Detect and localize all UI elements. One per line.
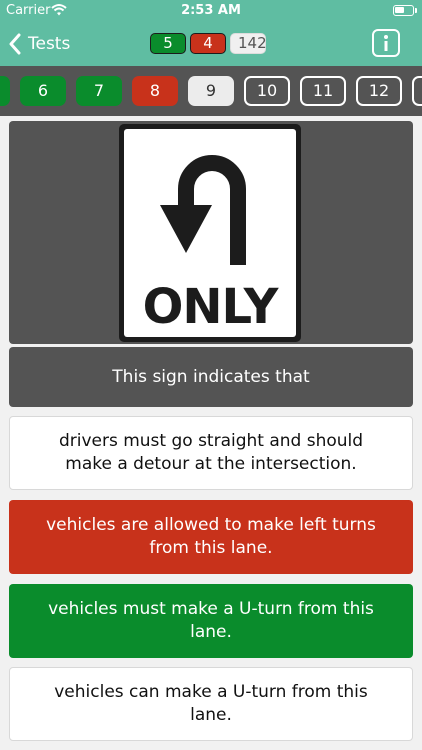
sign-text: ONLY: [142, 279, 279, 335]
question-button[interactable]: 12: [356, 76, 402, 106]
sign-card: ONLY: [9, 121, 413, 344]
answer-option[interactable]: vehicles are allowed to make left turns …: [9, 500, 413, 574]
info-icon: [384, 35, 388, 51]
question-navigator: 6 7 8 9 10 11 12: [0, 66, 422, 116]
question-text: This sign indicates that: [9, 347, 413, 407]
battery-tip: [415, 8, 417, 13]
question-button[interactable]: 6: [20, 76, 66, 106]
question-button[interactable]: 10: [244, 76, 290, 106]
chevron-left-icon: [9, 33, 21, 55]
road-sign-face: ONLY: [124, 129, 296, 337]
answer-option[interactable]: vehicles can make a U-turn from this lan…: [9, 667, 413, 741]
info-button[interactable]: [372, 29, 400, 57]
header: Carrier 2:53 AM Tests 5 4 142: [0, 0, 422, 66]
answer-option[interactable]: drivers must go straight and should make…: [9, 416, 413, 490]
question-button[interactable]: 11: [300, 76, 346, 106]
total-count-badge: 142: [230, 33, 267, 54]
u-turn-arrow-icon: [160, 155, 246, 265]
question-button[interactable]: [0, 76, 10, 106]
correct-count-badge: 5: [150, 33, 186, 54]
status-time: 2:53 AM: [181, 3, 241, 18]
question-button[interactable]: 9: [188, 76, 234, 106]
question-button[interactable]: 8: [132, 76, 178, 106]
score-group: 5 4 142: [150, 33, 267, 54]
road-sign: ONLY: [119, 124, 301, 342]
question-button[interactable]: 7: [76, 76, 122, 106]
wrong-count-badge: 4: [190, 33, 226, 54]
back-label: Tests: [28, 34, 71, 54]
back-button[interactable]: Tests: [8, 30, 70, 58]
question-strip: 6 7 8 9 10 11 12: [0, 76, 422, 106]
status-bar: Carrier 2:53 AM: [0, 0, 422, 22]
battery-icon: [393, 5, 414, 16]
nav-bar: Tests 5 4 142: [0, 22, 422, 66]
question-button[interactable]: [412, 76, 422, 106]
answer-option[interactable]: vehicles must make a U-turn from this la…: [9, 584, 413, 658]
